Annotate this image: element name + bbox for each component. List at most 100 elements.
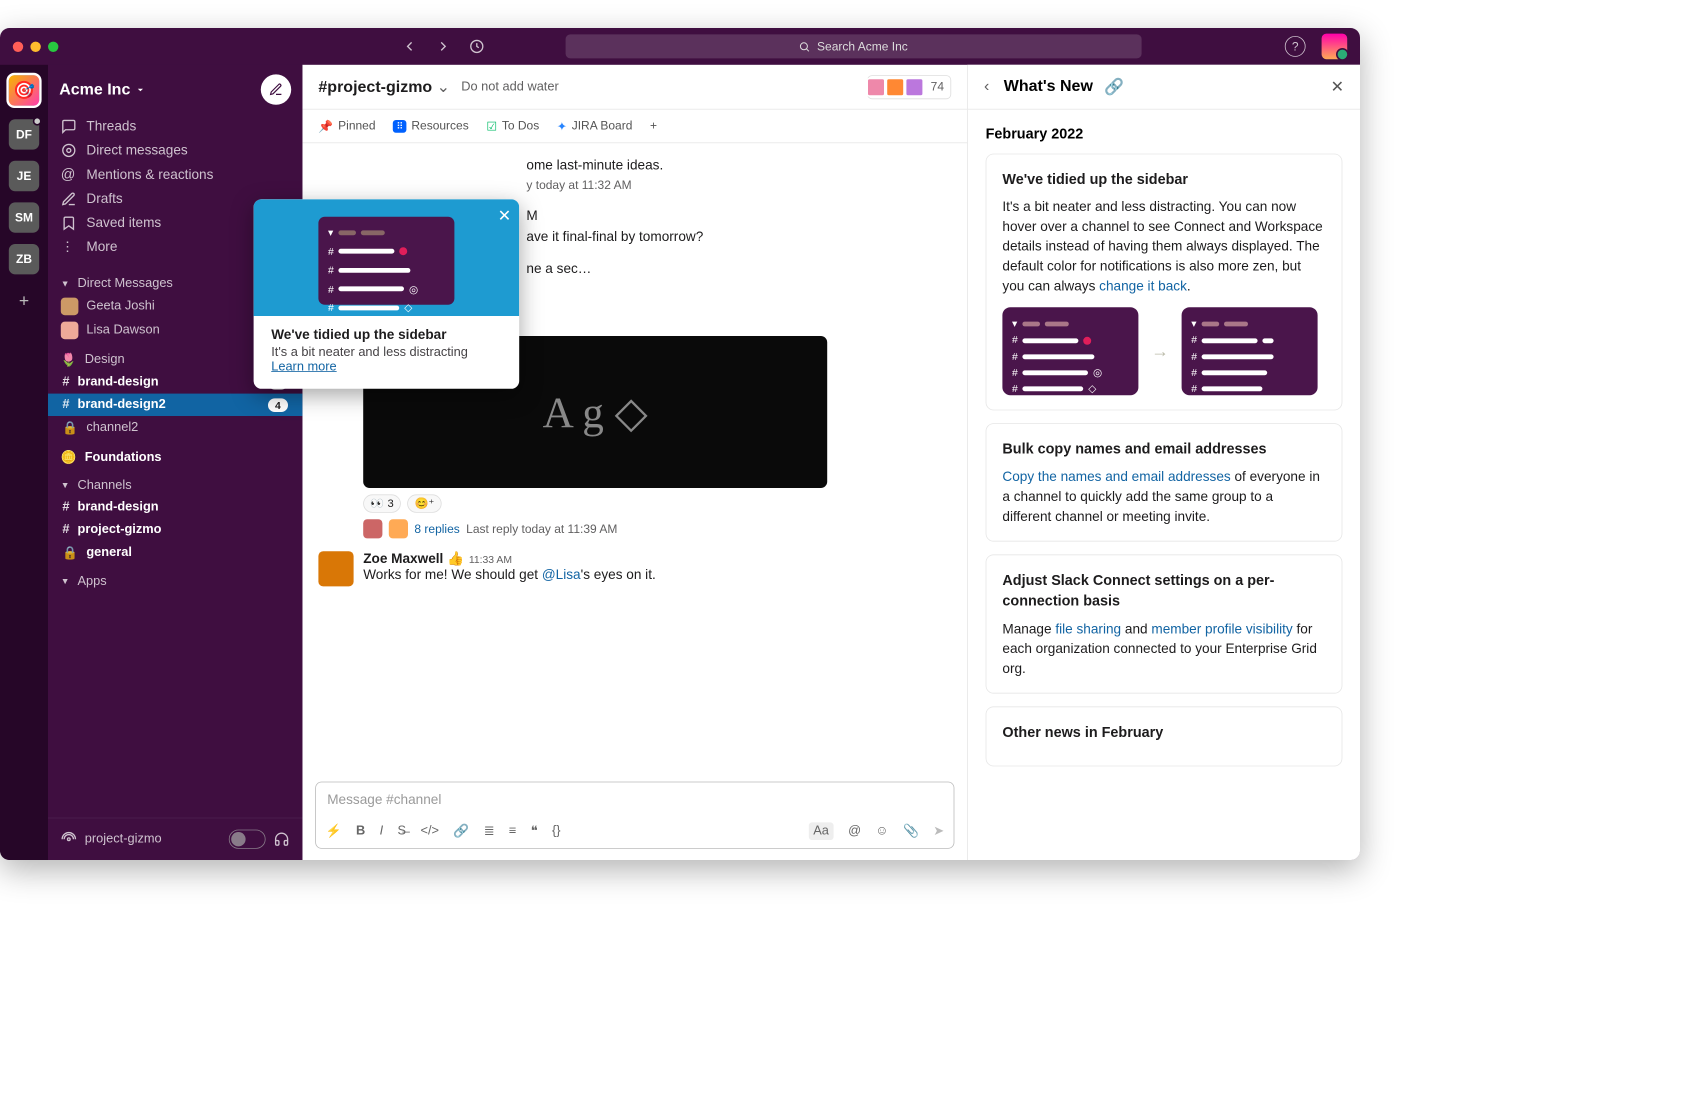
channel-item[interactable]: #brand-design24 — [48, 394, 302, 416]
forward-button[interactable] — [429, 33, 456, 60]
hash-icon: # — [62, 398, 69, 412]
link-icon[interactable]: 🔗 — [1104, 77, 1124, 97]
composer-input[interactable]: Message #channel — [316, 782, 954, 817]
close-coachmark-button[interactable]: ✕ — [498, 206, 511, 226]
ordered-list-button[interactable]: ≣ — [484, 823, 495, 839]
dropbox-icon: ⠿ — [393, 120, 406, 133]
section-channels[interactable]: ▼Channels — [48, 469, 302, 496]
compose-button[interactable] — [261, 74, 291, 104]
channel-topic[interactable]: Do not add water — [461, 80, 558, 94]
workspace-menu[interactable]: Acme Inc — [59, 80, 145, 98]
avatar — [61, 298, 79, 316]
huddle-channel: project-gizmo — [85, 832, 162, 846]
bookmark-resources[interactable]: ⠿Resources — [393, 119, 469, 133]
maximize-window-icon[interactable] — [48, 41, 58, 51]
coin-icon: 🪙 — [61, 450, 77, 466]
tulip-icon: 🌷 — [61, 352, 77, 368]
lock-icon: 🔒 — [62, 545, 78, 561]
bookmark-pinned[interactable]: 📌Pinned — [318, 119, 375, 133]
section-apps[interactable]: ▼Apps — [48, 565, 302, 592]
search-input[interactable]: Search Acme Inc — [565, 34, 1141, 58]
add-bookmark-button[interactable]: + — [650, 119, 657, 133]
avatar — [867, 77, 886, 96]
message-partial: ome last-minute ideas. — [318, 143, 967, 173]
at-icon: @ — [61, 166, 77, 183]
bold-button[interactable]: B — [356, 824, 365, 838]
thread-summary[interactable]: 8 replies Last reply today at 11:39 AM — [363, 519, 951, 538]
coachmark-subtitle: It's a bit neater and less distracting — [271, 346, 501, 360]
whats-new-card: Other news in February — [986, 707, 1343, 766]
huddle-toggle[interactable] — [229, 830, 266, 849]
link-button[interactable]: 🔗 — [453, 823, 469, 839]
format-toggle[interactable]: Aa — [808, 822, 833, 840]
help-button[interactable]: ? — [1285, 36, 1306, 57]
mention-button[interactable]: @ — [848, 824, 861, 838]
file-sharing-link[interactable]: file sharing — [1055, 621, 1121, 636]
channel-item[interactable]: 🔒channel2 — [48, 416, 302, 440]
workspace-tile[interactable]: JE — [9, 161, 39, 191]
section-foundations[interactable]: 🪙Foundations — [48, 440, 302, 469]
search-placeholder: Search Acme Inc — [817, 40, 908, 54]
send-button[interactable]: ➤ — [933, 823, 944, 839]
avatar — [363, 519, 382, 538]
nav-direct-messages[interactable]: Direct messages — [48, 138, 302, 162]
avatar — [886, 77, 905, 96]
whats-new-card: We've tidied up the sidebar It's a bit n… — [986, 154, 1343, 411]
check-icon: ☑ — [486, 119, 497, 133]
coachmark-popover: ✕ ▾ # # # ◎ # ◇ We've tidied up the side… — [254, 199, 520, 389]
members-button[interactable]: 74 — [867, 75, 951, 99]
workspace-tile[interactable]: SM — [9, 202, 39, 232]
unordered-list-button[interactable]: ≡ — [509, 824, 516, 838]
card-title: Adjust Slack Connect settings on a per-c… — [1002, 570, 1325, 612]
workspace-tile-acme[interactable]: 🎯 — [6, 73, 41, 108]
message-composer[interactable]: Message #channel ⚡ B I S̶ </> 🔗 ≣ ≡ ❝ {}… — [315, 782, 954, 849]
shortcuts-icon[interactable]: ⚡ — [326, 823, 342, 839]
bookmark-todos[interactable]: ☑To Dos — [486, 119, 539, 133]
codeblock-button[interactable]: {} — [552, 824, 561, 838]
close-window-icon[interactable] — [13, 41, 23, 51]
add-reaction-button[interactable]: 😊⁺ — [407, 494, 441, 512]
history-button[interactable] — [463, 33, 490, 60]
avatar — [905, 77, 924, 96]
change-it-back-link[interactable]: change it back — [1099, 278, 1187, 293]
message-author[interactable]: Zoe Maxwell — [363, 551, 443, 566]
user-avatar[interactable] — [1322, 34, 1348, 60]
release-date: February 2022 — [986, 126, 1343, 143]
sidebar-comparison-graphic: ▾ # # # ◎ # ◇ → ▾ # # — [1002, 307, 1325, 395]
mention[interactable]: @Lisa — [542, 567, 581, 582]
strike-button[interactable]: S̶ — [398, 824, 407, 838]
more-icon: ⋮ — [61, 239, 77, 255]
nav-mentions[interactable]: @Mentions & reactions — [48, 162, 302, 187]
channel-item[interactable]: #project-gizmo — [48, 518, 302, 540]
learn-more-link[interactable]: Learn more — [271, 360, 336, 374]
nav-threads[interactable]: Threads — [48, 114, 302, 138]
workspace-tile[interactable]: DF — [9, 119, 39, 149]
italic-button[interactable]: I — [380, 824, 384, 838]
channel-item[interactable]: #brand-design — [48, 496, 302, 518]
coachmark-title: We've tidied up the sidebar — [271, 327, 501, 343]
bookmark-jira[interactable]: ✦JIRA Board — [557, 119, 633, 133]
pin-icon: 📌 — [318, 119, 333, 133]
panel-title: What's New — [1004, 78, 1093, 96]
channel-pane: #project-gizmo ⌄ Do not add water 74 📌Pi… — [302, 65, 968, 860]
hash-icon: # — [62, 500, 69, 514]
back-button[interactable] — [396, 33, 423, 60]
card-title: Bulk copy names and email addresses — [1002, 439, 1325, 460]
panel-back-button[interactable]: ‹ — [984, 78, 989, 96]
reaction-eyes[interactable]: 👀 3 — [363, 494, 401, 512]
code-button[interactable]: </> — [420, 824, 439, 838]
copy-names-link[interactable]: Copy the names and email addresses — [1002, 469, 1230, 484]
add-workspace-button[interactable]: + — [9, 286, 39, 316]
emoji-button[interactable]: ☺ — [875, 824, 888, 838]
channel-title[interactable]: #project-gizmo ⌄ — [318, 77, 450, 97]
avatar — [318, 551, 353, 586]
channel-item[interactable]: 🔒general — [48, 541, 302, 565]
minimize-window-icon[interactable] — [30, 41, 40, 51]
quote-button[interactable]: ❝ — [531, 823, 538, 839]
headphones-icon[interactable] — [274, 831, 290, 847]
attach-button[interactable]: 📎 — [903, 823, 919, 839]
huddle-bar: project-gizmo — [48, 818, 302, 860]
workspace-tile[interactable]: ZB — [9, 244, 39, 274]
profile-visibility-link[interactable]: member profile visibility — [1151, 621, 1292, 636]
close-panel-button[interactable]: ✕ — [1331, 77, 1344, 97]
